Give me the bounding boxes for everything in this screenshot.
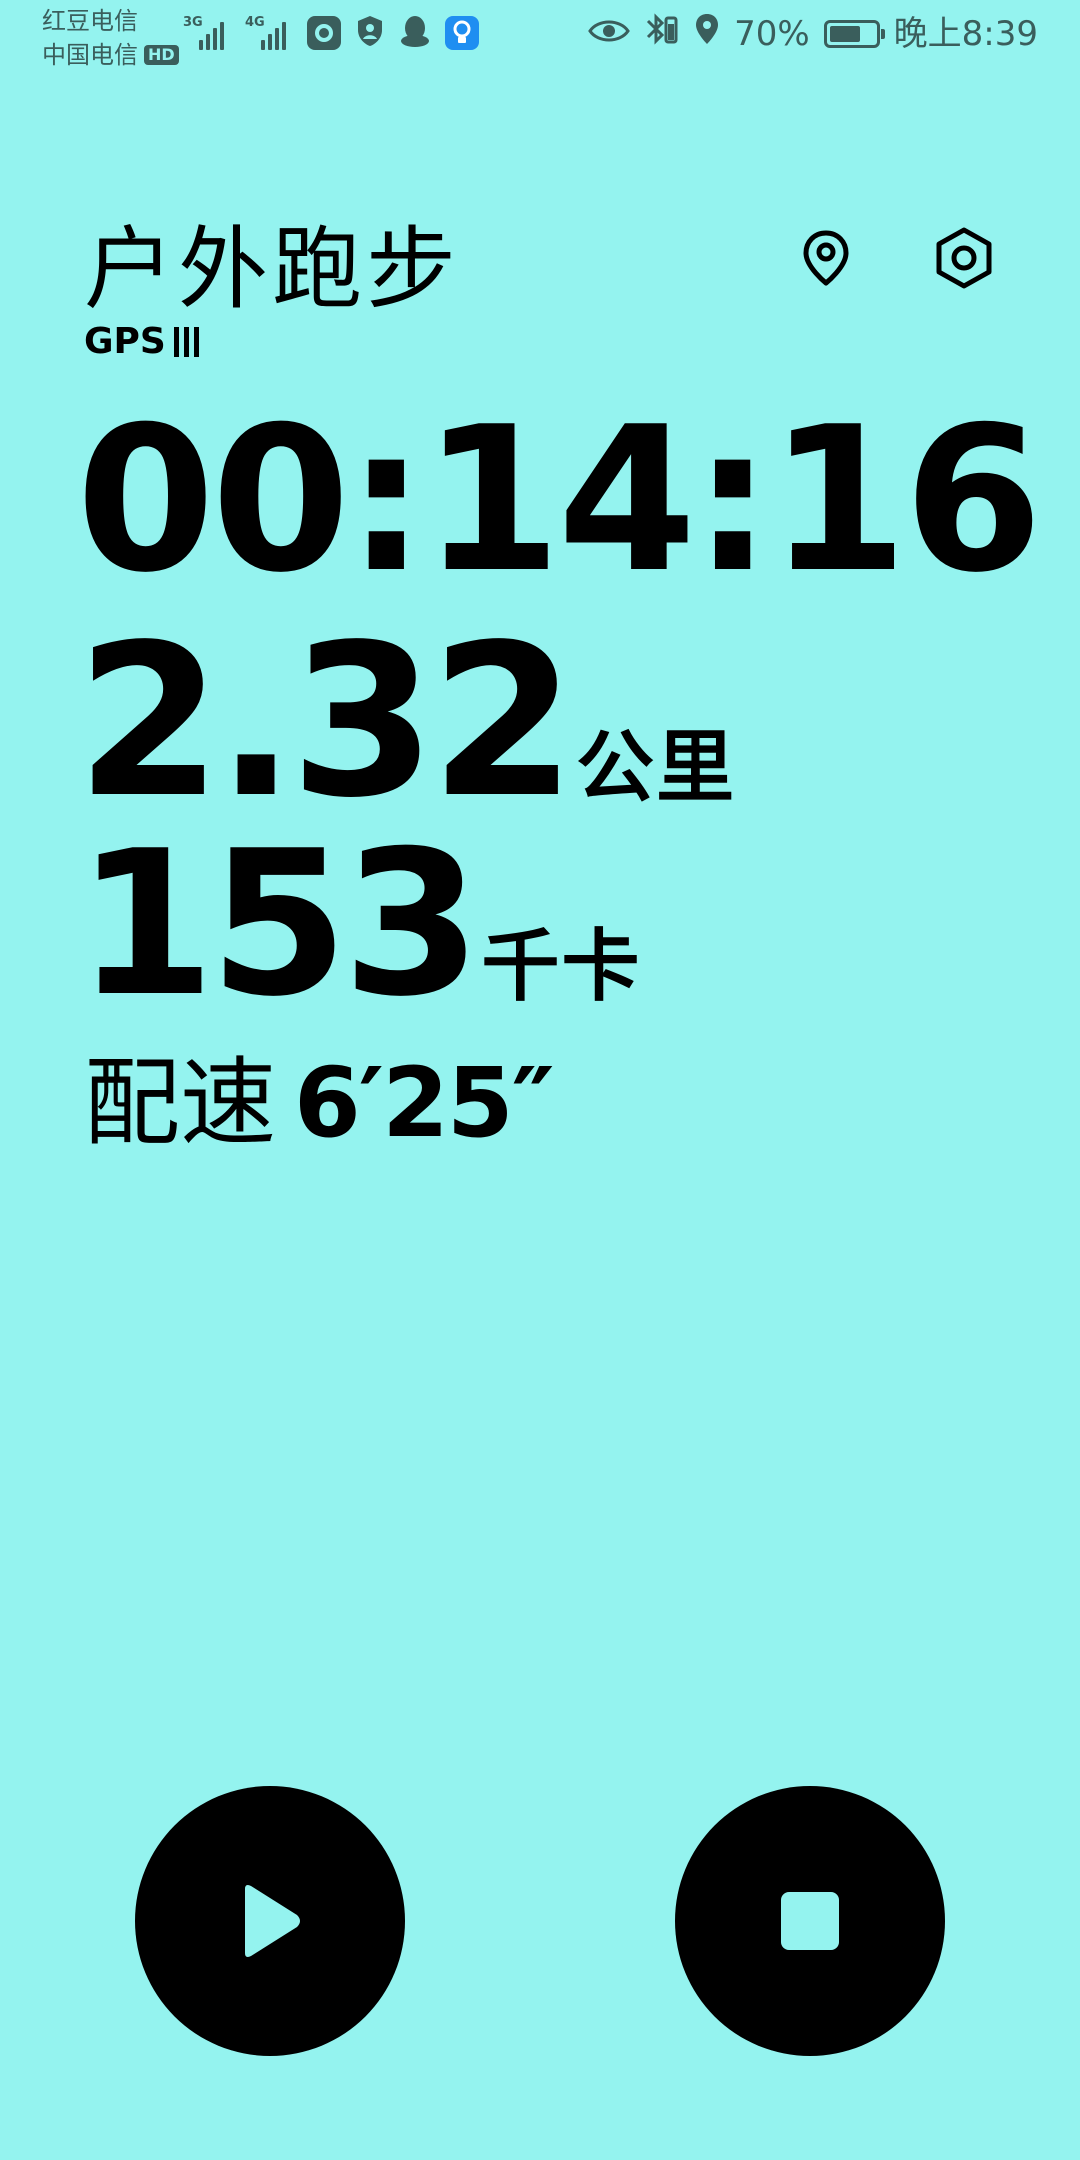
distance-unit: 公里 bbox=[576, 723, 737, 813]
elapsed-time: 00:14:16 bbox=[76, 384, 1043, 617]
bluetooth-icon bbox=[644, 12, 680, 55]
settings-button[interactable] bbox=[928, 222, 1000, 294]
play-button[interactable] bbox=[135, 1786, 405, 2056]
signal-4g-icon: 4G bbox=[245, 16, 293, 50]
gps-status: GPS bbox=[84, 320, 199, 364]
battery-level-fill bbox=[829, 25, 861, 42]
lightbulb-icon bbox=[445, 16, 479, 50]
map-pin-button[interactable] bbox=[790, 222, 862, 294]
stop-button[interactable] bbox=[675, 1786, 945, 2056]
carrier-line-2: 中国电信 HD bbox=[42, 38, 179, 72]
calories-value: 153 bbox=[76, 808, 481, 1041]
gps-label: GPS bbox=[84, 321, 166, 362]
carrier-info: 红豆电信 中国电信 HD bbox=[42, 4, 179, 72]
network-3g-label: 3G bbox=[183, 15, 203, 30]
status-bar: 红豆电信 中国电信 HD 3G 4G 70% 晚上8:39 bbox=[0, 0, 1080, 80]
page-title: 户外跑步 bbox=[84, 217, 460, 322]
clock-time: 晚上8:39 bbox=[893, 13, 1038, 54]
signal-3g-icon: 3G bbox=[183, 16, 231, 50]
hd-badge: HD bbox=[144, 45, 179, 65]
calories-unit: 千卡 bbox=[481, 922, 642, 1012]
app-notification-icon bbox=[307, 16, 341, 50]
network-4g-label: 4G bbox=[245, 15, 265, 30]
battery-percent: 70% bbox=[734, 13, 810, 54]
map-pin-icon bbox=[803, 230, 849, 286]
hex-settings-icon bbox=[936, 227, 992, 289]
carrier-name-1: 红豆电信 bbox=[42, 7, 138, 35]
pace-display: 配速 6′25″ bbox=[84, 1047, 555, 1159]
eye-icon bbox=[588, 14, 630, 54]
status-right: 70% 晚上8:39 bbox=[588, 12, 1038, 55]
stop-icon bbox=[781, 1892, 839, 1950]
location-icon bbox=[694, 12, 720, 55]
gps-signal-icon bbox=[173, 327, 199, 357]
status-left-icons: 3G 4G bbox=[183, 14, 479, 52]
battery-icon bbox=[823, 19, 885, 48]
qq-penguin-icon bbox=[399, 14, 431, 52]
calories-display: 153千卡 bbox=[76, 820, 642, 1072]
play-icon bbox=[245, 1885, 300, 1957]
pace-label: 配速 bbox=[84, 1047, 276, 1159]
pace-value: 6′25″ bbox=[294, 1047, 555, 1159]
carrier-line-1: 红豆电信 bbox=[42, 4, 179, 38]
carrier-name-2: 中国电信 bbox=[42, 41, 138, 69]
shield-icon bbox=[355, 14, 385, 52]
